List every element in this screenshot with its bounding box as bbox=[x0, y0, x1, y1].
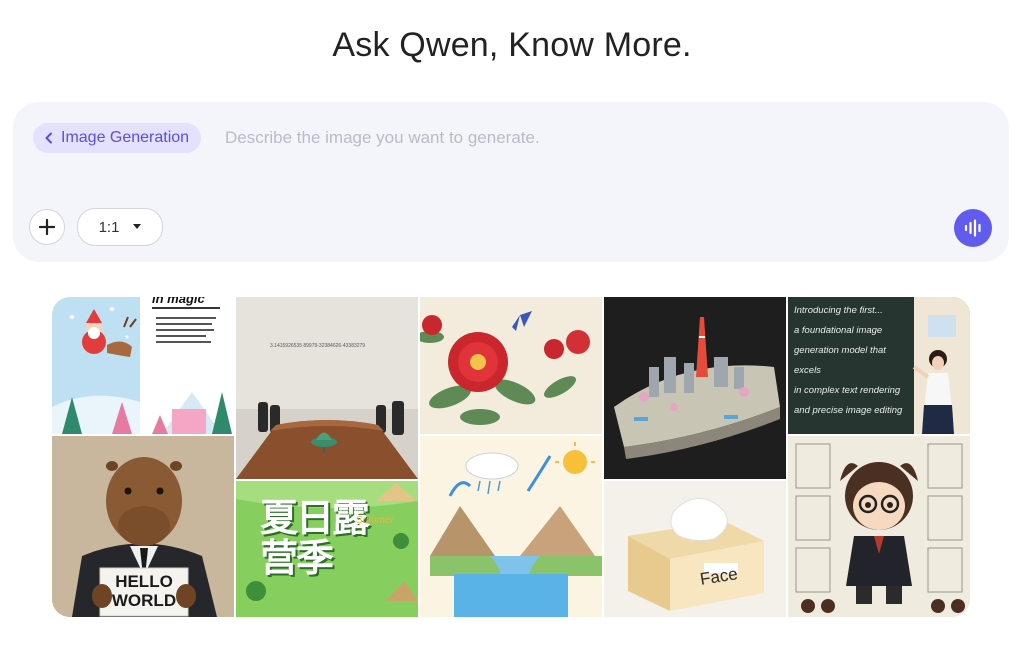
gallery-item-conference-table[interactable]: 3.1415926535 89979-32384626-43383279 bbox=[236, 297, 418, 479]
aspect-ratio-dropdown[interactable]: 1:1 bbox=[77, 208, 163, 246]
plus-icon bbox=[39, 219, 55, 235]
chevron-left-icon bbox=[45, 132, 52, 144]
voice-input-button[interactable] bbox=[954, 209, 992, 247]
hello-world-sign-text: HELLO WORLD bbox=[111, 572, 177, 610]
page-title: Ask Qwen, Know More. bbox=[332, 26, 692, 64]
pi-digits-caption: 3.1415926535 89979-32384626-43383279 bbox=[270, 343, 366, 349]
miniature-city-image bbox=[604, 297, 786, 479]
gallery-item-classroom-chalkboard[interactable]: Introducing the first... a foundational … bbox=[788, 297, 970, 434]
conference-table-photo-image bbox=[236, 297, 418, 479]
storybook-caption: in magic bbox=[152, 297, 205, 306]
gallery-item-water-cycle[interactable] bbox=[420, 436, 602, 617]
prompt-composer: Image Generation 1:1 bbox=[13, 102, 1009, 262]
gallery-item-peony[interactable] bbox=[420, 297, 602, 434]
gallery-item-miniature-city[interactable] bbox=[604, 297, 786, 479]
peony-painting-image bbox=[420, 297, 602, 434]
santa-illustration-image bbox=[52, 297, 232, 434]
example-gallery: in magic HELLO WORLD 3.1415926535 89979-… bbox=[52, 297, 970, 617]
sound-wave-icon bbox=[964, 219, 981, 237]
caret-down-icon bbox=[133, 224, 142, 229]
tissue-box-photo-image bbox=[604, 481, 786, 617]
mode-chip-label: Image Generation bbox=[61, 129, 190, 146]
camping-title-text: 夏日露营季 bbox=[260, 498, 370, 580]
camping-subtitle-text: Summer bbox=[356, 515, 394, 526]
aspect-ratio-value: 1:1 bbox=[98, 218, 120, 236]
gallery-item-chibi-wizard[interactable] bbox=[788, 436, 970, 617]
prompt-input[interactable] bbox=[225, 123, 985, 153]
gallery-item-summer-camping[interactable]: 夏日露营季 Summer bbox=[236, 481, 418, 617]
chibi-character-sheet-image bbox=[788, 436, 970, 617]
gallery-item-capybara[interactable]: HELLO WORLD bbox=[52, 436, 234, 617]
water-cycle-illustration-image bbox=[420, 436, 602, 617]
chalkboard-text: Introducing the first... a foundational … bbox=[794, 305, 903, 416]
image-generation-mode-chip[interactable]: Image Generation bbox=[33, 123, 202, 153]
gallery-item-santa-storybook[interactable]: in magic bbox=[52, 297, 234, 434]
add-attachment-button[interactable] bbox=[29, 209, 65, 245]
gallery-item-tissue-box[interactable]: Face bbox=[604, 481, 786, 617]
